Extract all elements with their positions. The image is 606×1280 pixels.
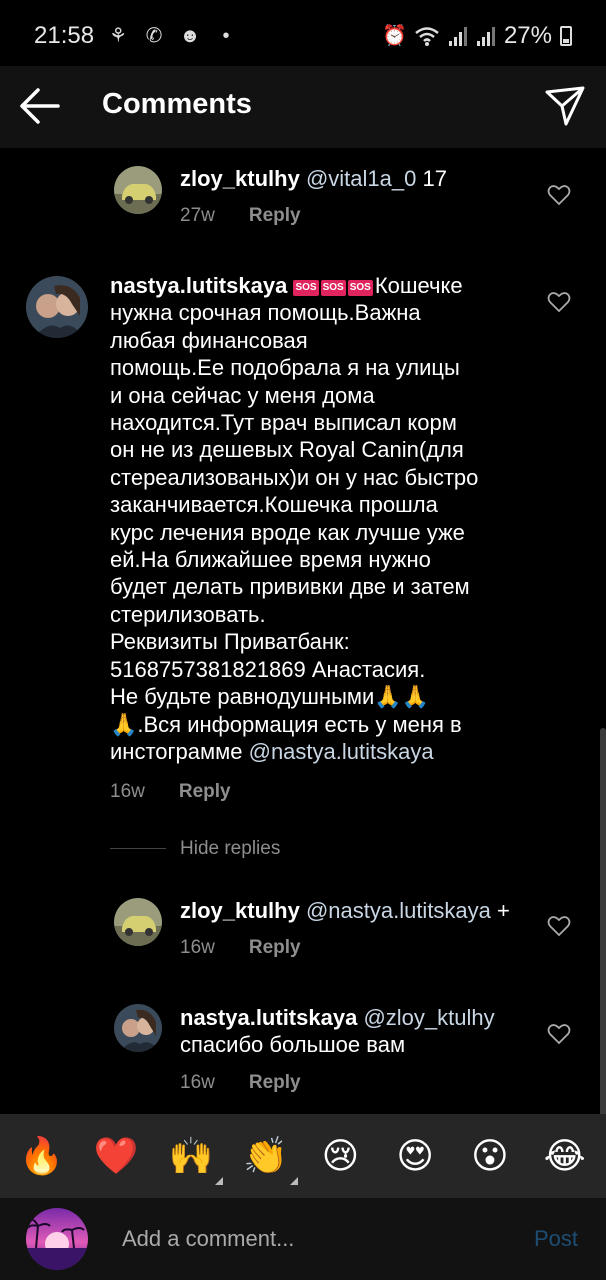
- comment-age: 16w: [180, 1072, 215, 1093]
- comment-text: nastya.lutitskaya SOS SOS SOS Кошечке нужна…: [110, 272, 530, 765]
- status-time: 21:58: [34, 22, 95, 49]
- heart-emoji-button[interactable]: ❤️: [90, 1135, 142, 1177]
- reply-button[interactable]: Reply: [249, 205, 301, 227]
- avatar[interactable]: [114, 166, 162, 214]
- more-notifications-icon: •: [222, 25, 230, 47]
- page-title: Comments: [102, 88, 252, 120]
- comment-input[interactable]: [112, 1218, 502, 1260]
- wifi-icon: [415, 27, 439, 46]
- comments-list[interactable]: zloy_ktulhy @vital1a_0 17 27w Reply nast…: [0, 148, 606, 1114]
- comment-reply: nastya.lutitskaya @zloy_ktulhy спасибо б…: [0, 988, 606, 1108]
- laughing-emoji-button[interactable]: 😂: [539, 1136, 591, 1177]
- heart-icon[interactable]: [547, 291, 571, 313]
- comment-meta: 16w Reply: [180, 937, 301, 959]
- battery-percent: 27%: [503, 22, 552, 49]
- crying-emoji-button[interactable]: 😢: [314, 1136, 366, 1177]
- comment-mention[interactable]: @vital1a_0: [306, 166, 416, 191]
- comment-meta: 16w Reply: [110, 781, 231, 803]
- emoji-quick-bar: 🔥 ❤️ 🙌 👏 😢 😍 😮 😂: [0, 1114, 606, 1198]
- signal-icon-1: [448, 27, 467, 46]
- scrollbar[interactable]: [600, 728, 606, 1114]
- heart-icon[interactable]: [547, 1023, 571, 1045]
- comment-meta: 27w Reply: [180, 205, 301, 227]
- comment-body: нужна срочная помощь.Важна любая финансо…: [110, 300, 479, 764]
- comment-body: спасибо большое вам: [180, 1032, 406, 1058]
- clapping-emoji-button[interactable]: 👏: [240, 1135, 298, 1185]
- comment-meta: 16w Reply: [180, 1072, 301, 1094]
- comment-username[interactable]: zloy_ktulhy: [180, 898, 300, 923]
- direct-send-icon[interactable]: [544, 84, 586, 128]
- sos-emoji: SOS: [293, 280, 319, 296]
- alarm-icon: ⏰: [381, 25, 407, 47]
- raised-hands-emoji: 🙌: [168, 1136, 214, 1177]
- battery-icon: [560, 26, 572, 46]
- heart-icon[interactable]: [547, 915, 571, 937]
- clapping-emoji: 👏: [243, 1136, 289, 1177]
- avatar[interactable]: [26, 276, 88, 338]
- signal-icon-2: [476, 27, 495, 46]
- status-bar: 21:58 ⚘ ✆ ☻ • ⏰ 27%: [0, 0, 606, 72]
- comment-age: 16w: [180, 937, 215, 958]
- comment-body: +: [490, 898, 510, 923]
- back-arrow-icon[interactable]: [18, 86, 62, 126]
- comment-text: zloy_ktulhy @vital1a_0 17: [180, 165, 540, 192]
- comment-text: nastya.lutitskaya @zloy_ktulhy спасибо б…: [180, 1004, 540, 1059]
- avatar[interactable]: [114, 898, 162, 946]
- raised-hands-emoji-button[interactable]: 🙌: [165, 1135, 223, 1185]
- comment-mention[interactable]: @nastya.lutitskaya: [249, 739, 434, 764]
- reply-button[interactable]: Reply: [249, 937, 301, 959]
- reply-button[interactable]: Reply: [249, 1072, 301, 1094]
- comment-age: 16w: [110, 781, 145, 802]
- reply-button[interactable]: Reply: [179, 781, 231, 803]
- comment-composer: Post: [0, 1198, 606, 1280]
- heart-icon[interactable]: [547, 184, 571, 206]
- comment-reply: zloy_ktulhy @nastya.lutitskaya + 16w Rep…: [0, 880, 606, 980]
- post-button[interactable]: Post: [534, 1226, 578, 1252]
- viber-icon: ✆: [145, 25, 163, 47]
- heart-eyes-emoji-button[interactable]: 😍: [389, 1136, 441, 1177]
- comment-username[interactable]: nastya.lutitskaya: [180, 1005, 357, 1030]
- comment-mention[interactable]: @nastya.lutitskaya: [306, 898, 491, 923]
- comments-header: Comments: [0, 66, 606, 148]
- surprised-emoji-button[interactable]: 😮: [464, 1136, 516, 1177]
- comment-username[interactable]: nastya.lutitskaya: [110, 273, 287, 298]
- hide-replies-divider: [110, 848, 166, 849]
- status-right: ⏰ 27%: [382, 22, 572, 50]
- user-avatar: [26, 1208, 88, 1270]
- comment-line1: Кошечке: [374, 273, 463, 298]
- comment-reply: zloy_ktulhy @vital1a_0 17 27w Reply: [0, 148, 606, 248]
- comment-mention[interactable]: @zloy_ktulhy: [363, 1005, 494, 1030]
- comment-age: 27w: [180, 205, 215, 226]
- comment-main: nastya.lutitskaya SOS SOS SOS Кошечке нужна…: [0, 248, 606, 808]
- comment-username[interactable]: zloy_ktulhy: [180, 166, 300, 191]
- hide-replies-button[interactable]: Hide replies: [180, 838, 280, 860]
- skin-tone-indicator: [214, 1177, 223, 1185]
- avatar[interactable]: [114, 1004, 162, 1052]
- comment-text: zloy_ktulhy @nastya.lutitskaya +: [180, 897, 540, 924]
- sos-emoji: SOS: [320, 280, 346, 296]
- notification-icon: ⚘: [109, 25, 128, 47]
- comment-body: 17: [416, 166, 447, 191]
- discord-icon: ☻: [179, 25, 201, 47]
- sos-emoji: SOS: [347, 280, 373, 296]
- status-left: 21:58 ⚘ ✆ ☻ •: [34, 22, 238, 50]
- skin-tone-indicator: [289, 1177, 298, 1185]
- fire-emoji-button[interactable]: 🔥: [15, 1135, 67, 1177]
